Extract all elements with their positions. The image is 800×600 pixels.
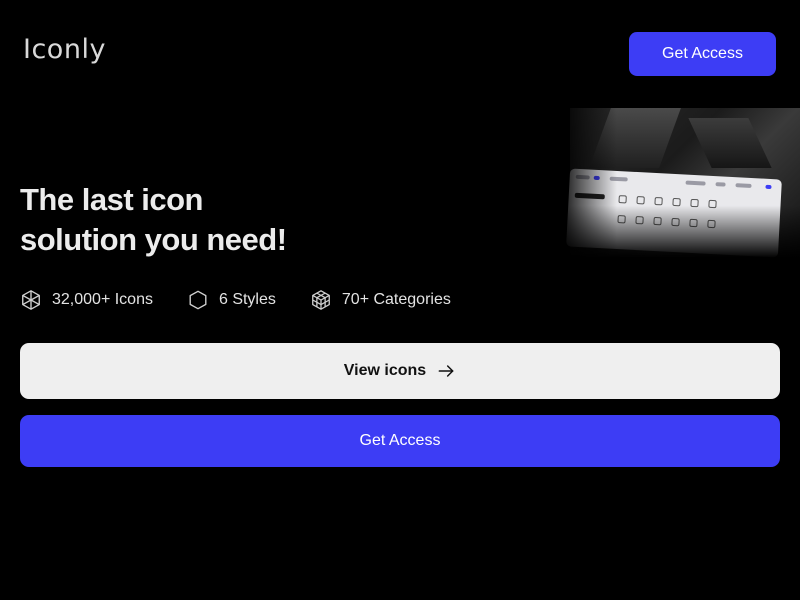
feature-item-styles: 6 Styles	[187, 289, 276, 311]
arrow-right-icon	[438, 365, 454, 377]
hero-title: The last icon solution you need!	[20, 180, 360, 260]
cube-cluster-icon	[22, 290, 40, 310]
view-icons-button[interactable]: View icons	[20, 343, 780, 399]
feature-label: 32,000+ Icons	[52, 291, 153, 308]
get-access-button[interactable]: Get Access	[20, 415, 780, 467]
feature-label: 6 Styles	[218, 291, 276, 308]
hero-title-line-1: The last icon	[20, 182, 203, 217]
feature-item-categories: 70+ Categories	[310, 289, 451, 311]
header-get-access-button[interactable]: Get Access	[629, 32, 776, 76]
logo[interactable]: Iconly	[23, 34, 106, 65]
landing-page: Iconly Get Access The last icon solution…	[0, 0, 800, 600]
hero-title-line-2: solution you need!	[20, 222, 287, 257]
feature-label: 70+ Categories	[341, 291, 451, 308]
view-icons-label: View icons	[343, 362, 427, 379]
hexagon-icon	[189, 290, 207, 310]
cube-grid-icon	[311, 290, 330, 310]
feature-list: 32,000+ Icons 6 Styles 70+ Categories	[20, 286, 485, 314]
feature-item-icons: 32,000+ Icons	[20, 289, 153, 311]
app-preview-image	[556, 108, 800, 258]
